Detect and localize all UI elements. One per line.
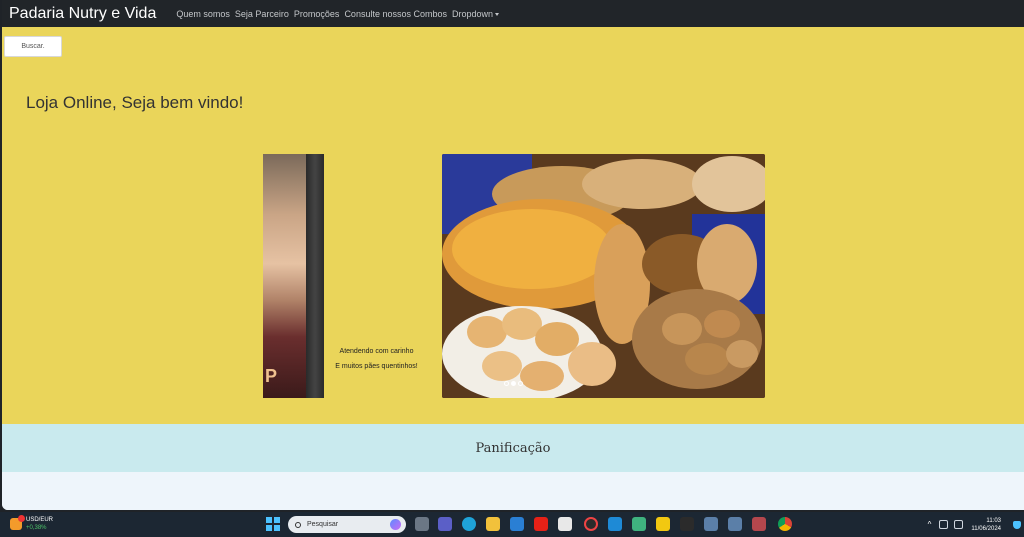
clock-time: 11:03 <box>986 517 1001 524</box>
carousel-indicator[interactable] <box>504 381 509 386</box>
nav-link-quem-somos[interactable]: Quem somos <box>176 9 230 19</box>
notification-bell-icon[interactable] <box>1013 520 1021 529</box>
git-icon[interactable] <box>632 517 646 531</box>
carousel-slide-previous[interactable]: P Atendendo com carinho E muitos pães qu… <box>263 154 424 398</box>
brand-logo[interactable]: Padaria Nutry e Vida <box>9 5 156 23</box>
notification-badge <box>18 515 25 522</box>
nav-dropdown-label: Dropdown <box>452 8 494 19</box>
windows-start-icon[interactable] <box>266 517 280 531</box>
taskbar-search-placeholder: Pesquisar <box>307 521 339 528</box>
section-title: Panificação <box>475 440 551 456</box>
panificacao-section: Panificação <box>2 424 1024 472</box>
clock-date: 11/06/2024 <box>971 525 1001 532</box>
power-bi-icon[interactable] <box>656 517 670 531</box>
web-page: Padaria Nutry e Vida Quem somos Seja Par… <box>2 0 1024 510</box>
nav-link-seja-parceiro[interactable]: Seja Parceiro <box>235 9 289 19</box>
welcome-heading: Loja Online, Seja bem vindo! <box>26 93 244 112</box>
slide-dark-band <box>306 154 324 398</box>
search-button[interactable]: Buscar. <box>4 36 62 57</box>
caret-down-icon <box>495 12 500 16</box>
widget-change: +0,38% <box>26 525 47 531</box>
hero-section: Buscar. Loja Online, Seja bem vindo! P A… <box>2 27 1024 424</box>
navbar: Padaria Nutry e Vida Quem somos Seja Par… <box>2 0 1024 27</box>
network-icon[interactable] <box>939 520 949 529</box>
chevron-up-icon[interactable]: ^ <box>928 520 932 529</box>
winrar-icon[interactable] <box>752 517 766 531</box>
microsoft-store-icon[interactable] <box>558 517 572 531</box>
carousel-slide-active[interactable] <box>442 154 765 398</box>
postgres-icon[interactable] <box>704 517 718 531</box>
baker-photo <box>263 154 306 398</box>
browser-viewport: Padaria Nutry e Vida Quem somos Seja Par… <box>0 0 1024 512</box>
carousel-indicator[interactable] <box>518 381 523 386</box>
bakery-logo-mark: P <box>265 366 278 386</box>
windows-taskbar: USD/EUR +0,38% Pesquisar ^ 11:03 11/06/2… <box>0 512 1024 537</box>
edge-icon[interactable] <box>462 517 476 531</box>
teams-icon[interactable] <box>438 517 452 531</box>
carousel-caption-line-2: E muitos pães quentinhos! <box>335 363 418 370</box>
figma-icon[interactable] <box>680 517 694 531</box>
system-tray: ^ 11:03 11/06/2024 <box>928 512 1024 537</box>
pgadmin-icon[interactable] <box>728 517 742 531</box>
mail-icon[interactable] <box>510 517 524 531</box>
widget-symbol: USD/EUR <box>26 517 54 523</box>
volume-icon[interactable] <box>954 520 964 529</box>
carousel-indicator-active[interactable] <box>511 381 516 386</box>
recorder-icon[interactable] <box>584 517 598 531</box>
taskbar-clock[interactable]: 11:03 11/06/2024 <box>971 517 1001 533</box>
carousel-indicators <box>504 381 523 386</box>
vscode-icon[interactable] <box>608 517 622 531</box>
task-view-icon[interactable] <box>415 517 429 531</box>
chrome-icon[interactable] <box>778 517 792 531</box>
search-icon <box>295 521 301 528</box>
nav-dropdown[interactable]: Dropdown <box>452 8 500 19</box>
nav-link-promocoes[interactable]: Promoções <box>294 9 340 19</box>
content-section <box>2 472 1024 510</box>
market-widget[interactable]: USD/EUR +0,38% <box>10 515 54 532</box>
copilot-icon[interactable] <box>390 519 401 530</box>
youtube-icon[interactable] <box>534 517 548 531</box>
bread-assortment-photo <box>442 154 765 398</box>
chart-icon <box>10 515 25 530</box>
taskbar-search[interactable]: Pesquisar <box>288 516 406 533</box>
carousel-caption-line-1: Atendendo com carinho <box>339 348 414 355</box>
nav-link-combos[interactable]: Consulte nossos Combos <box>344 9 447 19</box>
file-explorer-icon[interactable] <box>486 517 500 531</box>
